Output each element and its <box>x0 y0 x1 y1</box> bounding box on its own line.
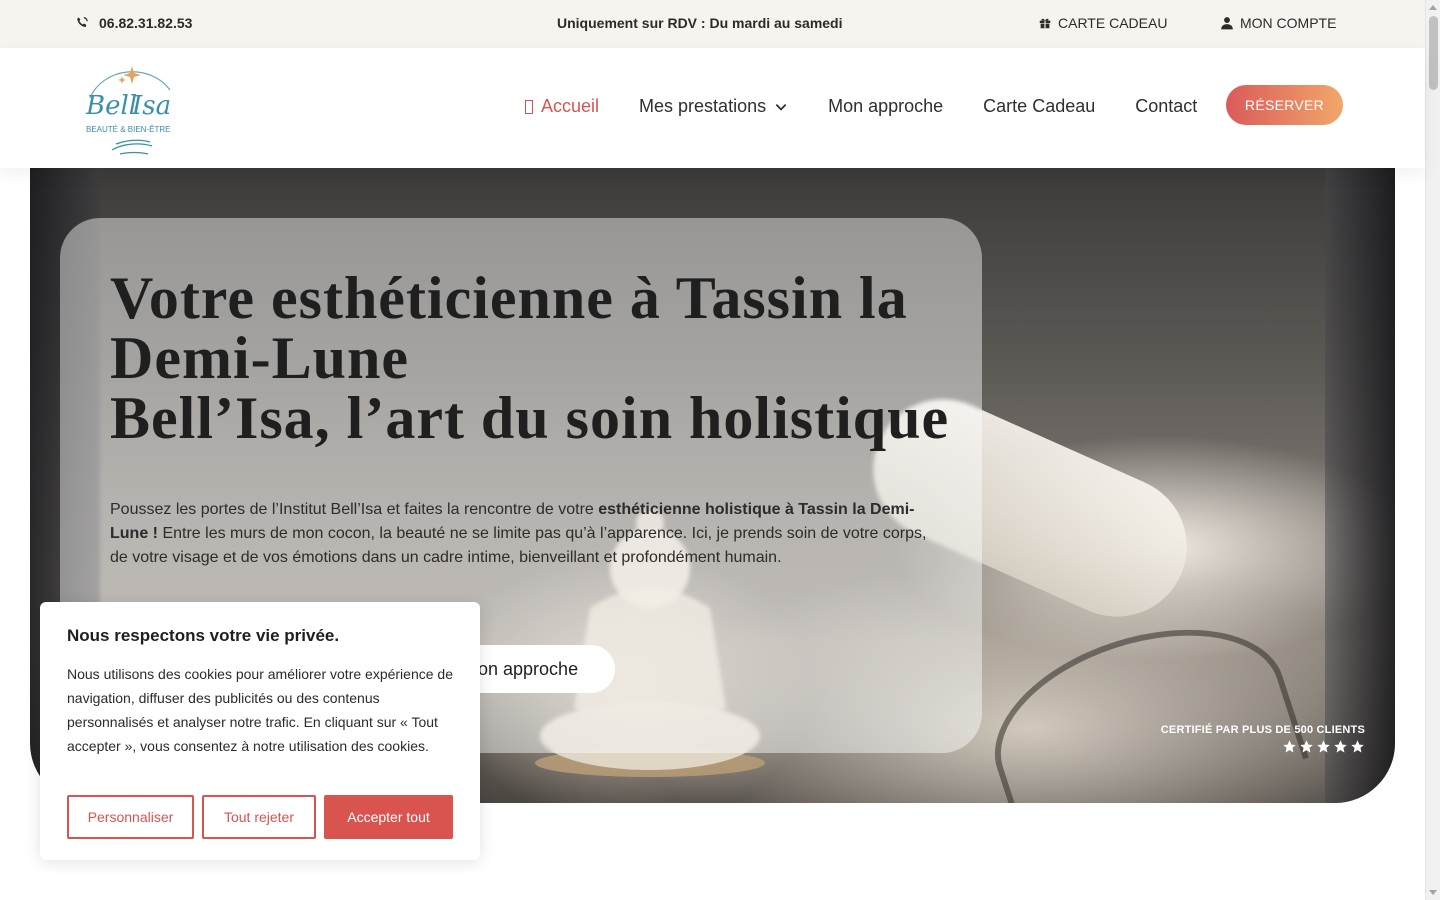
nav-approach-label: Mon approche <box>828 96 944 116</box>
home-icon <box>525 99 533 114</box>
cookie-text: Nous utilisons des cookies pour améliore… <box>67 666 453 754</box>
leaf-pattern <box>971 595 1309 803</box>
star-icon <box>1334 740 1347 753</box>
certification-text: CERTIFIÉ PAR PLUS DE 500 CLIENTS <box>1160 724 1365 736</box>
gift-card-link[interactable]: CARTE CADEAU <box>1038 15 1167 31</box>
star-icon <box>1283 740 1296 753</box>
nav-item-services[interactable]: Mes prestations <box>639 96 788 117</box>
nav-services-label: Mes prestations <box>639 96 767 116</box>
phone-icon <box>77 17 88 27</box>
hero-title-line2: Bell’Isa, l’art du soin holistique <box>110 385 950 451</box>
scroll-up-arrow-icon[interactable] <box>1429 5 1437 10</box>
phone-number: 06.82.31.82.53 <box>99 15 193 31</box>
star-icon <box>1351 740 1364 753</box>
nav-home-label: Accueil <box>541 96 600 116</box>
svg-text:BEAUTÉ & BIEN-ÊTRE: BEAUTÉ & BIEN-ÊTRE <box>86 125 170 134</box>
scroll-down-arrow-icon[interactable] <box>1429 890 1437 895</box>
user-icon <box>1221 17 1233 30</box>
curtain-right <box>1325 168 1395 803</box>
cookie-title: Nous respectons votre vie privée. <box>67 626 340 645</box>
chevron-down-icon <box>775 103 787 111</box>
star-icon <box>1300 740 1313 753</box>
bellisa-logo[interactable]: Bell Isa BEAUTÉ & BIEN-ÊTRE <box>72 60 190 158</box>
account-label: MON COMPTE <box>1240 15 1337 31</box>
accept-all-cookies-button[interactable]: Accepter tout <box>324 795 453 839</box>
top-bar: 06.82.31.82.53 Uniquement sur RDV : Du m… <box>0 0 1425 48</box>
hero-title: Votre esthéticienne à Tassin la Demi-Lun… <box>110 268 970 448</box>
site-header: Bell Isa BEAUTÉ & BIEN-ÊTRE Accueil Mes … <box>0 48 1425 168</box>
reject-all-cookies-button[interactable]: Tout rejeter <box>202 795 316 839</box>
gift-card-label: CARTE CADEAU <box>1058 15 1168 31</box>
rating-stars <box>1161 739 1365 754</box>
certification-badge: CERTIFIÉ PAR PLUS DE 500 CLIENTS <box>1161 724 1365 754</box>
nav-item-home[interactable]: Accueil <box>525 96 599 117</box>
nav-contact-label: Contact <box>1135 96 1198 116</box>
reserve-button[interactable]: RÉSERVER <box>1226 85 1343 125</box>
page-scrollbar[interactable] <box>1425 0 1440 900</box>
svg-text:Isa: Isa <box>131 91 171 121</box>
gift-icon <box>1039 18 1051 29</box>
nav-item-approach[interactable]: Mon approche <box>828 96 943 117</box>
main-nav: Accueil Mes prestations Mon approche Car… <box>525 96 1237 117</box>
customize-cookies-button[interactable]: Personnaliser <box>67 795 194 839</box>
scrollbar-thumb[interactable] <box>1429 16 1438 90</box>
hero-text-part2: Entre les murs de mon cocon, la beauté n… <box>110 525 927 566</box>
nav-gift-card-label: Carte Cadeau <box>983 96 1096 116</box>
star-icon <box>1317 740 1330 753</box>
nav-item-contact[interactable]: Contact <box>1135 96 1197 117</box>
phone-link[interactable]: 06.82.31.82.53 <box>75 15 192 31</box>
hero-description: Poussez les portes de l’Institut Bell’Is… <box>110 498 930 570</box>
nav-item-gift-card[interactable]: Carte Cadeau <box>983 96 1095 117</box>
cookie-buttons: Personnaliser Tout rejeter Accepter tout <box>67 795 453 839</box>
cookie-consent-banner: Nous respectons votre vie privée. Nous u… <box>40 602 480 860</box>
svg-text:Bell: Bell <box>85 91 137 121</box>
opening-hours: Uniquement sur RDV : Du mardi au samedi <box>557 15 843 31</box>
account-link[interactable]: MON COMPTE <box>1220 15 1336 31</box>
hero-text-part1: Poussez les portes de l’Institut Bell’Is… <box>110 501 599 518</box>
hero-title-line1: Votre esthéticienne à Tassin la Demi-Lun… <box>110 265 908 391</box>
